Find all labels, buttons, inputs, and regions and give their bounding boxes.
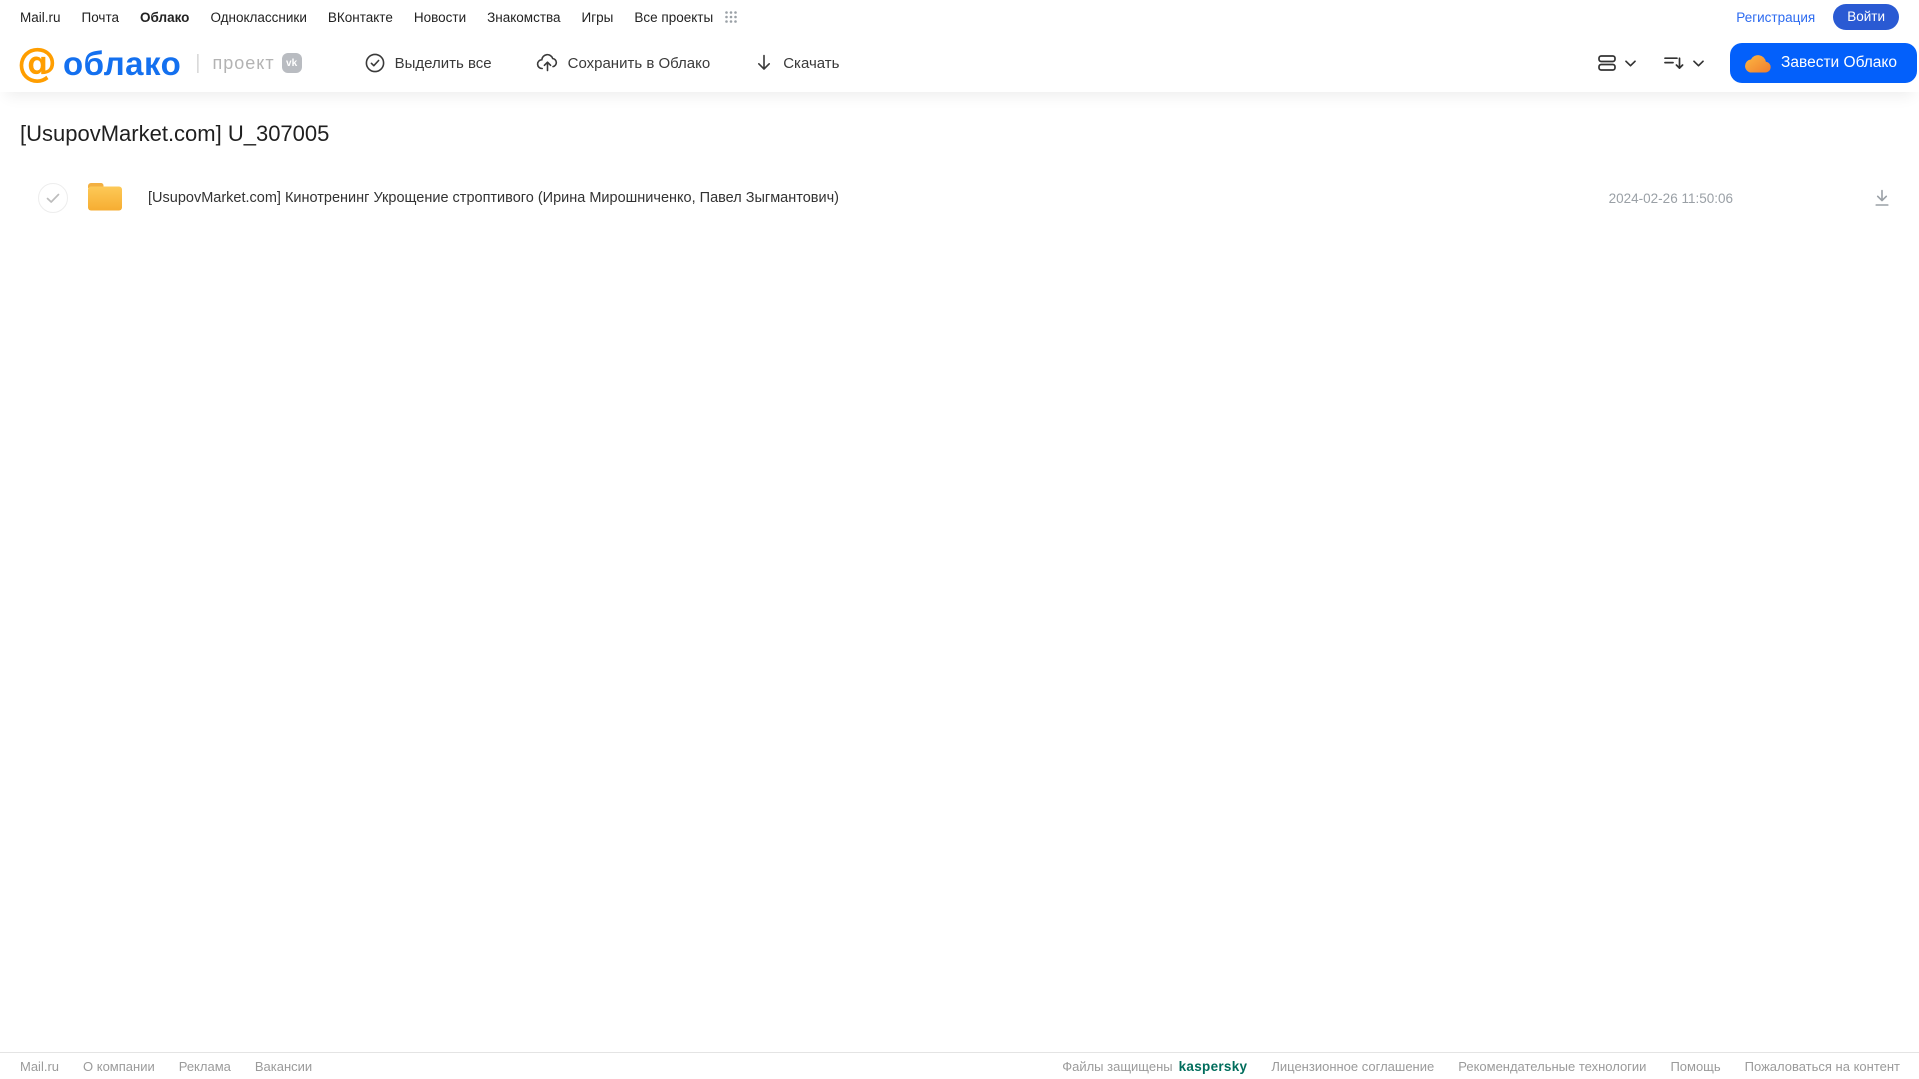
nav-oblako[interactable]: Облако — [140, 10, 189, 25]
download-button[interactable]: Скачать — [754, 52, 839, 74]
footer-about-link[interactable]: О компании — [83, 1059, 155, 1074]
save-to-cloud-label: Сохранить в Облако — [567, 54, 711, 72]
portal-navbar: Mail.ru Почта Облако Одноклассники ВКонт… — [0, 0, 1919, 34]
page-title: [UsupovMarket.com] U_307005 — [20, 121, 330, 146]
auth-area: Регистрация Войти — [1736, 4, 1899, 30]
footer-mailru-link[interactable]: Mail.ru — [20, 1059, 59, 1074]
folder-icon — [85, 179, 125, 218]
nav-odnoklassniki[interactable]: Одноклассники — [210, 10, 306, 25]
kaspersky-protection[interactable]: Файлы защищены kaspersky — [1062, 1059, 1247, 1074]
footer: Mail.ru О компании Реклама Вакансии Файл… — [0, 1052, 1919, 1079]
sort-dropdown[interactable] — [1662, 52, 1704, 74]
logo-divider: | — [195, 51, 201, 74]
file-date: 2024-02-26 11:50:06 — [1608, 190, 1733, 206]
header-right-controls: Завести Облако — [1596, 43, 1917, 83]
project-label: проект — [212, 52, 275, 73]
save-to-cloud-button[interactable]: Сохранить в Облако — [536, 52, 711, 74]
file-list: [UsupovMarket.com] Кинотренинг Укрощение… — [0, 174, 1919, 222]
select-all-label: Выделить все — [394, 54, 492, 72]
cloud-upload-icon — [536, 52, 559, 74]
public-folder-page: [UsupovMarket.com] U_307005 [UsupovMarke… — [0, 92, 1919, 1052]
nav-mailru[interactable]: Mail.ru — [20, 10, 61, 25]
row-checkbox[interactable] — [38, 183, 68, 213]
list-view-icon — [1598, 55, 1616, 71]
file-toolbar: Выделить все Сохранить в Облако Скачать — [364, 52, 839, 74]
footer-left-links: Mail.ru О компании Реклама Вакансии — [20, 1059, 312, 1074]
cloud-logo[interactable]: @ облако | проект vk — [17, 43, 302, 83]
registration-link[interactable]: Регистрация — [1736, 10, 1815, 25]
view-mode-dropdown[interactable] — [1596, 52, 1636, 74]
kaspersky-logo[interactable]: kaspersky — [1179, 1059, 1248, 1074]
footer-recommendation-tech-link[interactable]: Рекомендательные технологии — [1458, 1059, 1646, 1074]
footer-report-content-link[interactable]: Пожаловаться на контент — [1745, 1059, 1900, 1074]
file-row[interactable]: [UsupovMarket.com] Кинотренинг Укрощение… — [0, 174, 1919, 222]
download-arrow-icon — [754, 52, 774, 74]
vk-badge-icon: vk — [281, 53, 302, 73]
footer-right-links: Файлы защищены kaspersky Лицензионное со… — [1062, 1059, 1900, 1074]
nav-vkontakte[interactable]: ВКонтакте — [328, 10, 393, 25]
footer-help-link[interactable]: Помощь — [1670, 1059, 1720, 1074]
cloud-header: @ облако | проект vk Выделить все Сохран… — [0, 34, 1919, 92]
chevron-down-icon — [1693, 59, 1704, 67]
download-label: Скачать — [783, 54, 840, 72]
nav-novosti[interactable]: Новости — [414, 10, 466, 25]
apps-grid-icon[interactable] — [724, 10, 738, 24]
nav-pochta[interactable]: Почта — [82, 10, 120, 25]
nav-igry[interactable]: Игры — [582, 10, 614, 25]
files-protected-label: Файлы защищены — [1062, 1058, 1173, 1074]
footer-ads-link[interactable]: Реклама — [179, 1059, 231, 1074]
row-download-icon[interactable] — [1873, 188, 1891, 208]
create-cloud-label: Завести Облако — [1781, 54, 1897, 71]
footer-license-link[interactable]: Лицензионное соглашение — [1271, 1059, 1434, 1074]
nav-vse-proekty[interactable]: Все проекты — [634, 10, 713, 25]
check-icon — [46, 193, 60, 203]
file-name[interactable]: [UsupovMarket.com] Кинотренинг Укрощение… — [148, 190, 1609, 206]
footer-jobs-link[interactable]: Вакансии — [255, 1059, 312, 1074]
mailru-at-icon: @ — [17, 40, 57, 86]
cloud-icon — [1744, 54, 1771, 73]
login-button[interactable]: Войти — [1833, 4, 1899, 30]
create-cloud-button[interactable]: Завести Облако — [1730, 43, 1917, 83]
chevron-down-icon — [1625, 59, 1636, 67]
portal-links: Mail.ru Почта Облако Одноклассники ВКонт… — [20, 10, 738, 25]
sort-icon — [1664, 57, 1684, 69]
select-all-button[interactable]: Выделить все — [364, 52, 492, 74]
cloud-logo-text: облако — [63, 44, 182, 82]
nav-znakomstva[interactable]: Знакомства — [487, 10, 560, 25]
check-circle-icon — [364, 52, 386, 74]
